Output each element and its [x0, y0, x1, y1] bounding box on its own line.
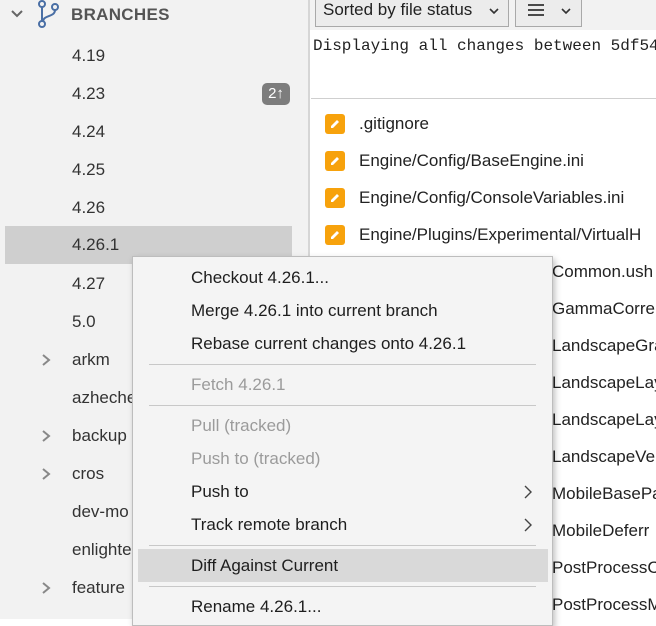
menu-item-pull: Pull (tracked) [133, 409, 552, 442]
menu-item-diff-against-current[interactable]: Diff Against Current [133, 549, 552, 582]
file-name: LandscapeLay [552, 373, 656, 392]
ahead-count-badge: 2↑ [262, 83, 290, 105]
menu-separator [149, 545, 536, 546]
menu-item-label: Fetch 4.26.1 [191, 375, 286, 394]
branch-label: 4.24 [72, 122, 106, 141]
chevron-right-icon [524, 485, 532, 499]
branch-icon [38, 0, 59, 28]
branch-label: dev-mo [72, 502, 129, 521]
menu-item-push-to[interactable]: Push to [133, 475, 552, 508]
modified-file-icon [325, 151, 345, 171]
file-name: .gitignore [359, 114, 429, 133]
menu-item-label: Checkout 4.26.1... [191, 268, 329, 287]
branch-label: enlighte [72, 540, 132, 559]
file-name: LandscapeGra [552, 336, 656, 355]
branch-label: 4.25 [72, 160, 106, 179]
branch-label: 4.23 [72, 84, 106, 103]
chevron-down-icon [489, 8, 499, 15]
menu-item-label: Push to [191, 482, 249, 501]
menu-item-push-tracked: Push to (tracked) [133, 442, 552, 475]
menu-item-label: Diff Against Current [191, 556, 339, 575]
file-row[interactable]: Engine/Config/ConsoleVariables.ini [311, 180, 656, 217]
modified-file-icon [325, 114, 345, 134]
sort-dropdown[interactable]: Sorted by file status [315, 0, 509, 27]
file-name: PostProcessC [552, 558, 656, 577]
file-name: PostProcessM [552, 595, 656, 614]
menu-item-rename[interactable]: Rename 4.26.1... [133, 590, 552, 623]
branch-label: backup [72, 426, 127, 445]
branch-label: azheche [72, 388, 137, 407]
chevron-right-icon [524, 518, 532, 532]
menu-separator [149, 586, 536, 587]
menu-item-label: Rename 4.26.1... [191, 597, 322, 616]
file-name: LandscapeVer [552, 447, 656, 466]
branch-item[interactable]: 4.24 [0, 113, 308, 151]
file-name: Engine/Plugins/Experimental/VirtualH [359, 225, 642, 244]
menu-item-merge[interactable]: Merge 4.26.1 into current branch [133, 294, 552, 327]
menu-item-label: Pull (tracked) [191, 416, 292, 435]
menu-item-checkout[interactable]: Checkout 4.26.1... [133, 261, 552, 294]
branch-label: 4.27 [72, 274, 106, 293]
branch-label: 4.26.1 [72, 235, 120, 254]
branch-item[interactable]: 4.19 [0, 37, 308, 75]
file-row[interactable]: Engine/Plugins/Experimental/VirtualH [311, 217, 656, 254]
chevron-right-icon[interactable] [40, 353, 52, 367]
menu-item-label: Push to (tracked) [191, 449, 321, 468]
file-name: LandscapeLay [552, 410, 656, 429]
branches-title: BRANCHES [71, 5, 170, 24]
menu-item-label: Rebase current changes onto 4.26.1 [191, 334, 467, 353]
menu-separator [149, 364, 536, 365]
branch-label: 5.0 [72, 312, 96, 331]
file-name: Engine/Config/ConsoleVariables.ini [359, 188, 625, 207]
chevron-right-icon[interactable] [40, 581, 52, 595]
branch-label: arkm [72, 350, 110, 369]
branch-context-menu: Checkout 4.26.1... Merge 4.26.1 into cur… [132, 256, 553, 626]
diff-info-text: Displaying all changes between 5df54b7e [313, 37, 656, 55]
branches-section-header[interactable]: BRANCHES [0, 0, 308, 32]
menu-separator [149, 405, 536, 406]
file-name: Engine/Config/BaseEngine.ini [359, 151, 584, 170]
menu-item-rebase[interactable]: Rebase current changes onto 4.26.1 [133, 327, 552, 360]
branch-label: 4.26 [72, 198, 106, 217]
chevron-right-icon[interactable] [40, 429, 52, 443]
branch-label: feature [72, 578, 125, 597]
file-name: MobileDeferr [552, 521, 650, 540]
branch-item[interactable]: 4.26 [0, 189, 308, 227]
chevron-down-icon[interactable] [10, 7, 24, 21]
sort-dropdown-value: Sorted by file status [323, 0, 473, 19]
branch-label: 4.19 [72, 46, 106, 65]
file-name: Common.ush [552, 262, 654, 281]
chevron-right-icon[interactable] [40, 467, 52, 481]
menu-item-fetch: Fetch 4.26.1 [133, 368, 552, 401]
view-mode-dropdown[interactable] [515, 0, 582, 27]
modified-file-icon [325, 188, 345, 208]
branch-label: cros [72, 464, 105, 483]
branch-item[interactable]: 4.25 [0, 151, 308, 189]
menu-item-track-remote[interactable]: Track remote branch [133, 508, 552, 541]
list-icon [528, 4, 544, 16]
file-row[interactable]: .gitignore [311, 106, 656, 143]
file-row[interactable]: Engine/Config/BaseEngine.ini [311, 143, 656, 180]
file-name: MobileBasePa [552, 484, 656, 503]
branch-item[interactable]: 4.23 2↑ [0, 75, 308, 113]
modified-file-icon [325, 225, 345, 245]
menu-item-label: Track remote branch [191, 515, 348, 534]
menu-item-label: Merge 4.26.1 into current branch [191, 301, 438, 320]
chevron-down-icon [561, 8, 571, 15]
file-name: GammaCorre [552, 299, 655, 318]
